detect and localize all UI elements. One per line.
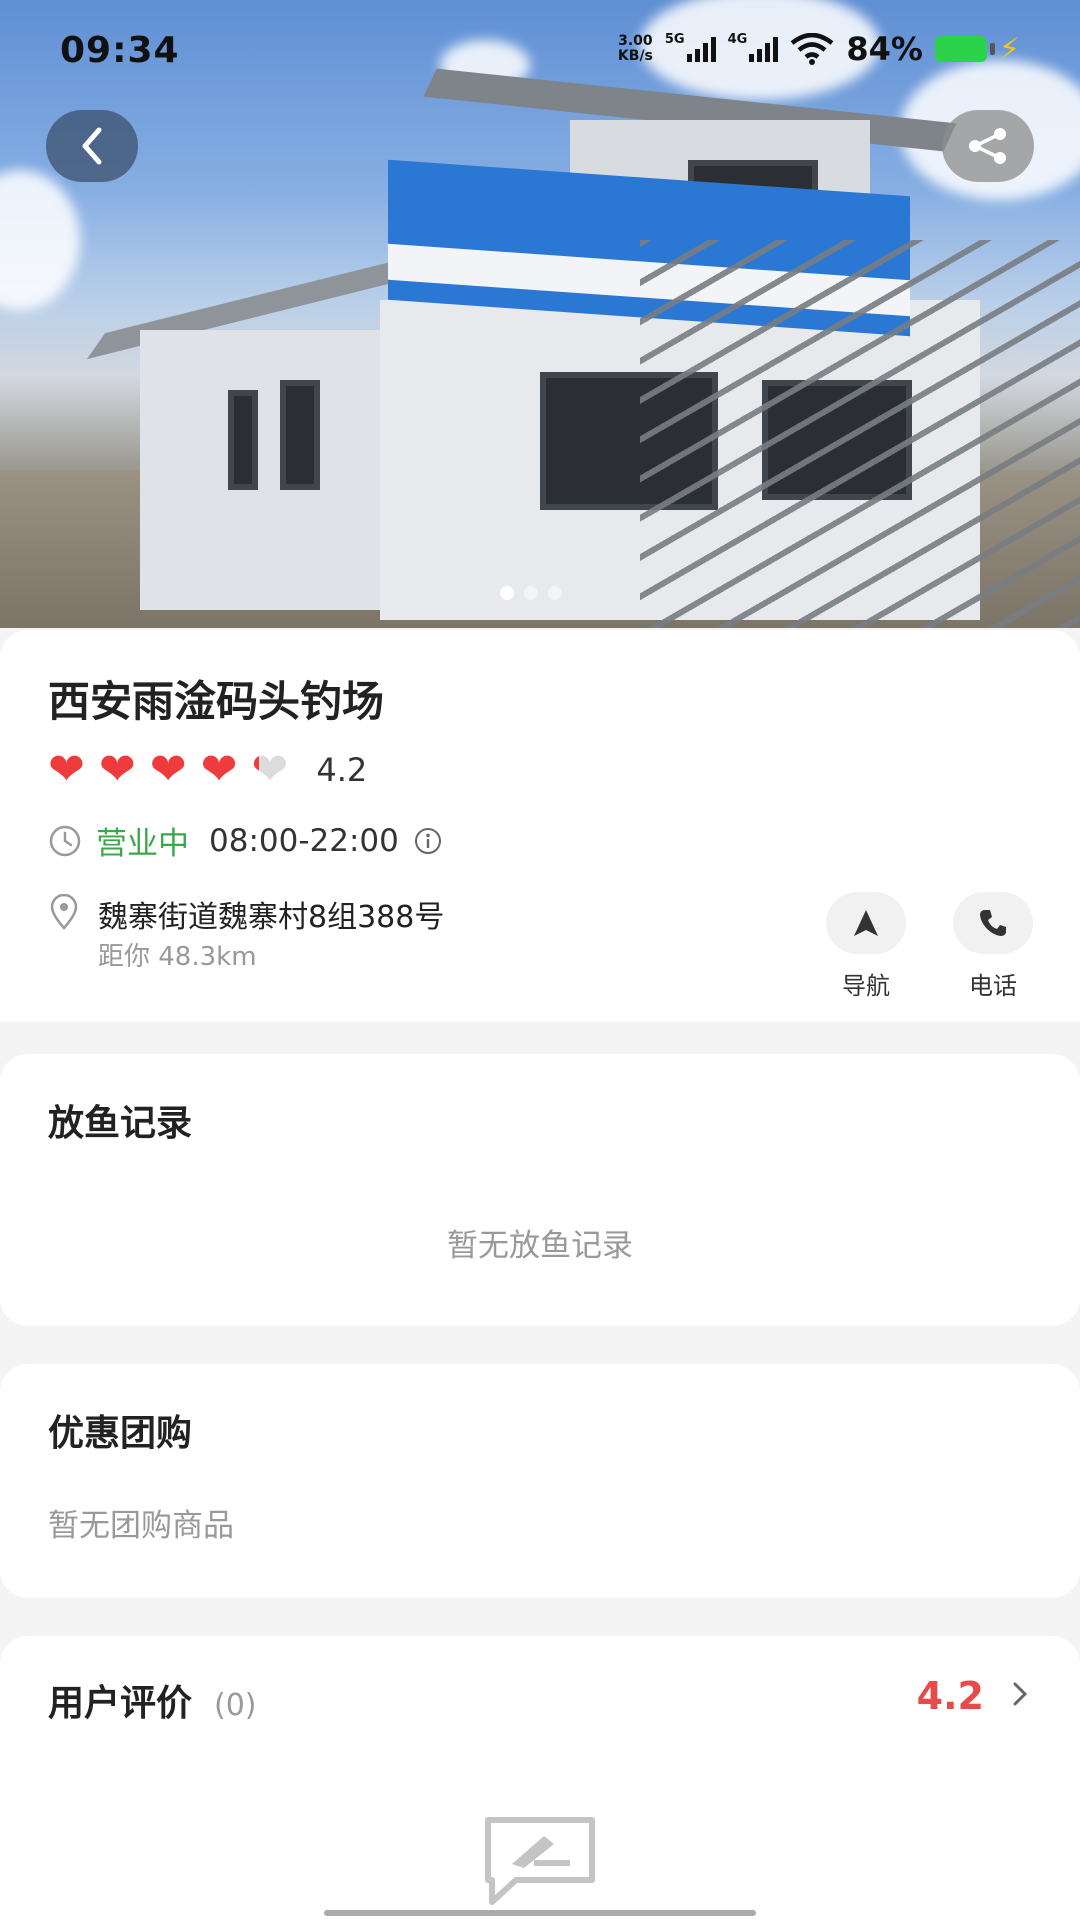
call-label: 电话	[969, 972, 1017, 1000]
heart-half-icon: ❤	[251, 744, 289, 795]
distance-text: 距你 48.3km	[98, 942, 257, 972]
edit-comment-icon	[485, 1817, 595, 1905]
review-count: (0)	[214, 1688, 257, 1723]
speed-unit: KB/s	[617, 48, 653, 64]
signal-icon	[686, 36, 716, 62]
heart-icon: ❤	[149, 744, 187, 795]
rating-value: 4.2	[316, 751, 368, 789]
call-button[interactable]: 电话	[953, 892, 1033, 1001]
battery-percent: 84%	[846, 30, 923, 68]
section-title: 用户评价	[48, 1683, 193, 1724]
clock-icon	[49, 825, 81, 856]
heart-icon: ❤	[48, 744, 85, 795]
status-time: 09:34	[60, 30, 180, 71]
business-hours: 08:00-22:00	[209, 822, 399, 859]
hero-image[interactable]	[0, 0, 1080, 628]
network-speed: 3.00 KB/s	[618, 34, 653, 64]
section-title: 放鱼记录	[48, 1103, 193, 1144]
hours-row: 营业中 08:00-22:00	[48, 818, 443, 863]
group-buy-section: 优惠团购 暂无团购商品	[0, 1364, 1080, 1598]
status-bar: 09:34 3.00 KB/s 5G 4G 84% ⚡	[0, 22, 1080, 82]
reviews-header[interactable]: 用户评价 (0)	[48, 1674, 257, 1726]
heart-icon: ❤	[98, 744, 136, 795]
charging-icon: ⚡	[998, 31, 1020, 67]
venue-info-card: 西安雨淦码头钓场 ❤ ❤ ❤ ❤ ❤ 4.2 营业中 08:00-22:00 魏…	[0, 630, 1080, 1022]
navigate-button[interactable]: 导航	[826, 892, 906, 1001]
rating-row: ❤ ❤ ❤ ❤ ❤ 4.2	[48, 748, 367, 792]
chevron-right-icon[interactable]	[1010, 1680, 1030, 1708]
address-text: 魏寨街道魏寨村8组388号	[98, 900, 445, 935]
signal-icon	[749, 36, 779, 62]
back-button[interactable]	[46, 110, 138, 182]
empty-state-text: 暂无放鱼记录	[447, 1228, 633, 1264]
speed-value: 3.00	[618, 33, 653, 49]
battery-icon	[934, 36, 995, 62]
open-status: 营业中	[96, 826, 189, 862]
user-reviews-section: 用户评价 (0) 4.2	[0, 1636, 1080, 1920]
phone-icon	[980, 910, 1006, 936]
network-5g-label: 5G	[664, 31, 685, 47]
navigate-label: 导航	[842, 972, 890, 1000]
chevron-left-icon	[82, 127, 102, 165]
carousel-dots	[500, 586, 562, 600]
carousel-dot[interactable]	[524, 586, 538, 600]
navigation-arrow-icon	[854, 910, 878, 936]
home-indicator[interactable]	[324, 1910, 756, 1916]
carousel-dot[interactable]	[500, 586, 514, 600]
empty-state-text: 暂无团购商品	[48, 1508, 234, 1544]
carousel-dot[interactable]	[548, 586, 562, 600]
section-title: 优惠团购	[48, 1413, 193, 1454]
info-icon[interactable]	[413, 826, 443, 856]
network-4g-label: 4G	[727, 31, 748, 47]
heart-icon: ❤	[200, 744, 238, 795]
location-pin-icon	[50, 894, 78, 930]
venue-name: 西安雨淦码头钓场	[48, 677, 385, 726]
share-button[interactable]	[942, 110, 1034, 182]
review-score: 4.2	[916, 1674, 984, 1718]
wifi-icon	[790, 33, 834, 65]
fish-release-section: 放鱼记录 暂无放鱼记录	[0, 1054, 1080, 1326]
share-icon	[969, 128, 1006, 164]
